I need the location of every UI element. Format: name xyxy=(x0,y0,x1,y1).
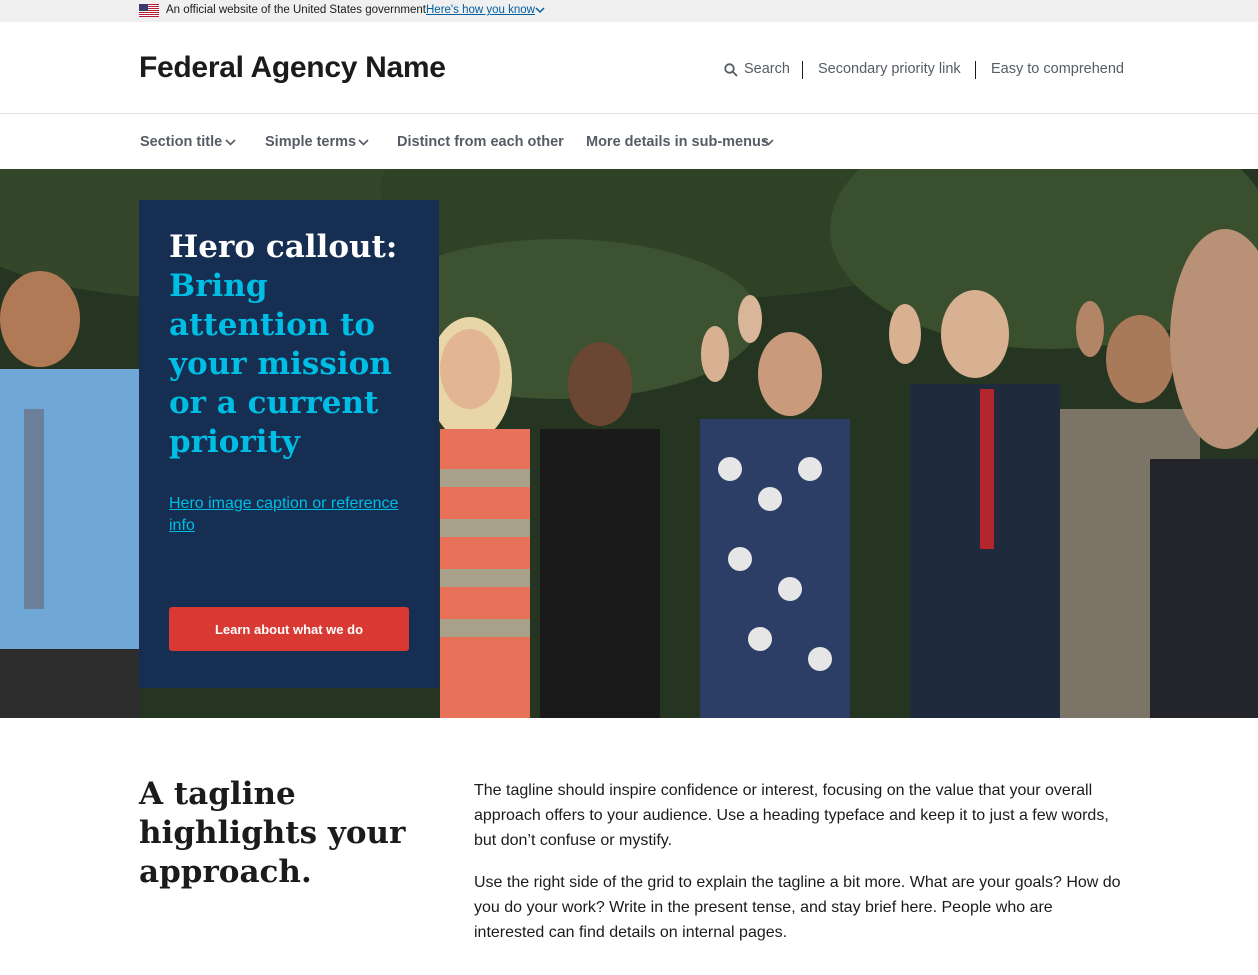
nav-item-label: Distinct from each other xyxy=(397,134,564,150)
nav-item-label: Simple terms xyxy=(265,134,357,150)
chevron-down-icon xyxy=(225,139,236,146)
nav-item-more-details[interactable]: More details in sub-menus xyxy=(586,134,774,150)
nav-item-label: More details in sub-menus xyxy=(586,134,769,150)
easy-to-comprehend-link[interactable]: Easy to comprehend xyxy=(991,61,1124,77)
tagline-heading: A tagline highlights your approach. xyxy=(139,776,406,890)
heres-how-you-know-link[interactable]: Here's how you know xyxy=(426,4,535,16)
tagline-paragraph-1: The tagline should inspire confidence or… xyxy=(474,782,1109,849)
hero-callout: Hero callout: Bring attention to your mi… xyxy=(139,200,439,688)
nav-item-label: Section title xyxy=(140,134,223,150)
us-flag-icon xyxy=(139,4,159,17)
nav-item-simple-terms[interactable]: Simple terms xyxy=(265,134,369,150)
agency-name-logo[interactable]: Federal Agency Name xyxy=(139,51,446,85)
nav-item-section-title[interactable]: Section title xyxy=(140,134,236,150)
site-header: Federal Agency Name Search Secondary pri… xyxy=(0,22,1258,114)
hero-section: Hero callout: Bring attention to your mi… xyxy=(0,169,1258,718)
chevron-down-icon[interactable] xyxy=(535,5,545,15)
chevron-down-icon xyxy=(358,139,369,146)
chevron-down-icon xyxy=(763,139,774,146)
learn-about-button[interactable]: Learn about what we do xyxy=(169,607,409,651)
secondary-priority-link[interactable]: Secondary priority link xyxy=(818,61,961,77)
primary-nav: Section title Simple terms Distinct from… xyxy=(0,115,1258,169)
divider xyxy=(975,61,976,79)
divider xyxy=(802,61,803,79)
hero-callout-text: Bring attention to your mission or a cur… xyxy=(169,268,392,460)
nav-item-distinct[interactable]: Distinct from each other xyxy=(397,134,564,150)
search-label: Search xyxy=(744,61,790,77)
gov-banner: An official website of the United States… xyxy=(0,0,1258,22)
hero-callout-lead: Hero callout: xyxy=(169,229,398,265)
official-site-text: An official website of the United States… xyxy=(166,4,426,16)
search-icon xyxy=(724,63,738,77)
hero-caption-link[interactable]: Hero image caption or reference info xyxy=(169,493,414,537)
tagline-paragraph-2: Use the right side of the grid to explai… xyxy=(474,874,1121,941)
